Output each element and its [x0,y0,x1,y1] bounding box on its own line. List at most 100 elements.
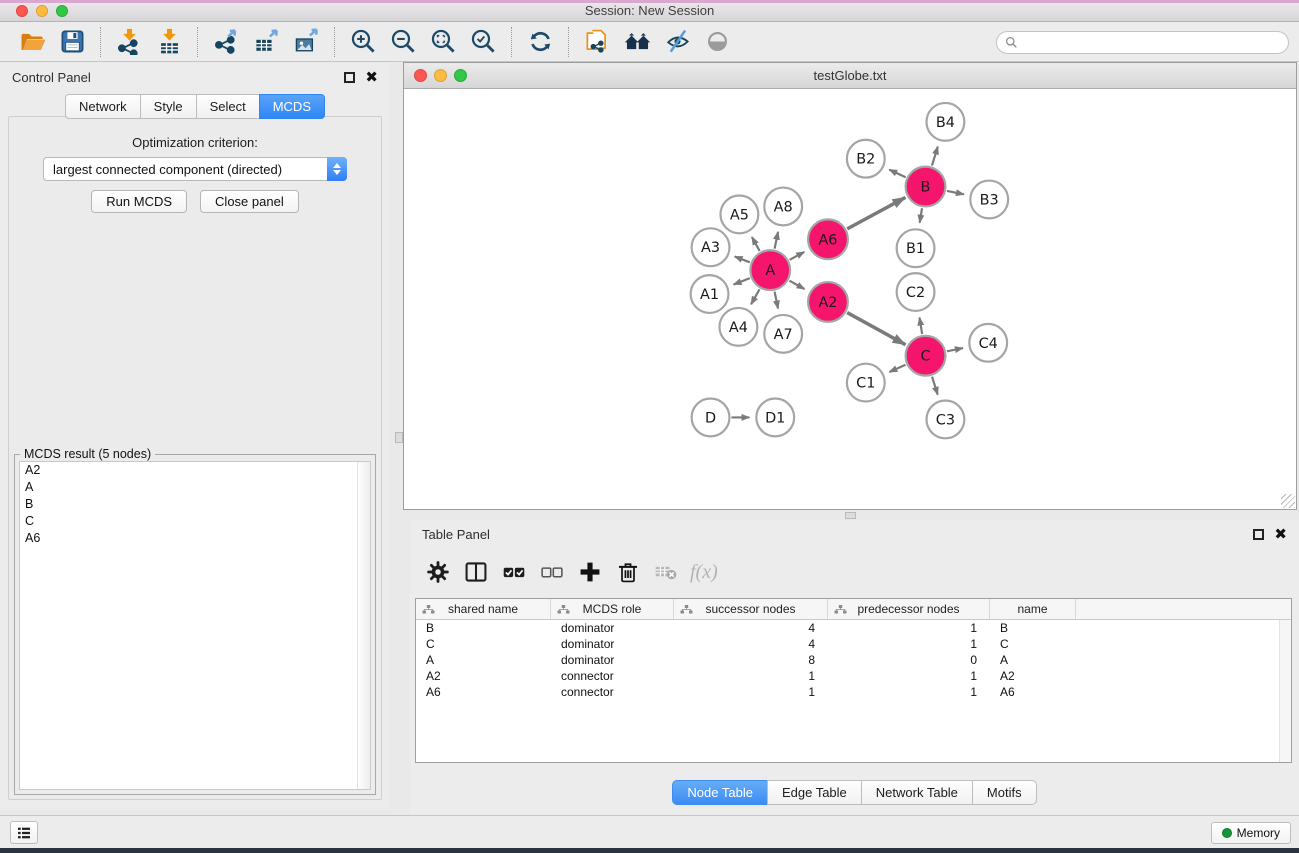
cell-predecessor-nodes[interactable]: 1 [828,636,990,652]
cell-predecessor-nodes[interactable]: 1 [828,668,990,684]
graph-node-B2[interactable]: B2 [847,140,885,178]
zoom-selected-icon[interactable] [466,26,500,58]
vertical-splitter-grip[interactable] [395,432,403,443]
graph-node-A4[interactable]: A4 [719,308,757,346]
function-builder-icon[interactable]: f(x) [690,561,718,584]
column-header-name[interactable]: name [990,599,1076,619]
graph-node-D[interactable]: D [692,399,730,437]
tab-style[interactable]: Style [140,94,196,119]
graph-node-B[interactable]: B [906,167,946,207]
graph-node-A6[interactable]: A6 [808,219,848,259]
open-session-icon[interactable] [15,26,49,58]
network-close-button[interactable] [414,69,427,82]
window-resize-grip[interactable] [1281,494,1295,508]
mcds-result-item[interactable]: A6 [20,530,370,547]
optimization-criterion-select[interactable]: largest connected component (directed) [43,157,347,181]
cell-MCDS-role[interactable]: connector [551,684,674,700]
cell-shared-name[interactable]: A2 [416,668,551,684]
graph-node-A2[interactable]: A2 [808,282,848,322]
deselect-all-checkboxes-icon[interactable] [536,557,568,587]
network-minimize-button[interactable] [434,69,447,82]
tab-motifs[interactable]: Motifs [972,780,1037,805]
close-panel-button[interactable]: Close panel [200,190,299,213]
column-header-predecessor-nodes[interactable]: predecessor nodes [828,599,990,619]
home-icon[interactable] [620,26,654,58]
cell-MCDS-role[interactable]: dominator [551,652,674,668]
graph-node-C1[interactable]: C1 [847,364,885,402]
graph-node-A1[interactable]: A1 [691,275,729,313]
column-header-successor-nodes[interactable]: successor nodes [674,599,828,619]
tab-mcds[interactable]: MCDS [259,94,325,119]
search-field[interactable] [996,31,1289,54]
cell-shared-name[interactable]: A [416,652,551,668]
horizontal-splitter-grip[interactable] [845,512,856,519]
graph-node-A5[interactable]: A5 [720,195,758,233]
destroy-view-icon[interactable] [660,26,694,58]
birdseye-icon[interactable] [700,26,734,58]
mcds-result-item[interactable]: A2 [20,462,370,479]
graph-node-C4[interactable]: C4 [969,324,1007,362]
zoom-in-icon[interactable] [346,26,380,58]
add-column-icon[interactable] [574,557,606,587]
cell-successor-nodes[interactable]: 4 [674,620,828,636]
select-all-checkboxes-icon[interactable] [498,557,530,587]
maximize-window-button[interactable] [56,5,68,17]
delete-column-icon[interactable] [612,557,644,587]
table-row[interactable]: Cdominator41C [416,636,1291,652]
cell-successor-nodes[interactable]: 1 [674,684,828,700]
graph-node-B1[interactable]: B1 [897,229,935,267]
zoom-out-icon[interactable] [386,26,420,58]
close-window-button[interactable] [16,5,28,17]
refresh-icon[interactable] [523,26,557,58]
cell-predecessor-nodes[interactable]: 1 [828,684,990,700]
cell-name[interactable]: C [990,636,1076,652]
graph-node-C[interactable]: C [906,336,946,376]
search-input[interactable] [1023,36,1280,50]
table-row[interactable]: Adominator80A [416,652,1291,668]
zoom-fit-icon[interactable] [426,26,460,58]
split-view-icon[interactable] [460,557,492,587]
graph-node-C2[interactable]: C2 [897,273,935,311]
table-row[interactable]: Bdominator41B [416,620,1291,636]
cell-MCDS-role[interactable]: connector [551,668,674,684]
cell-successor-nodes[interactable]: 1 [674,668,828,684]
memory-button[interactable]: Memory [1211,822,1291,844]
task-history-button[interactable] [10,821,38,844]
tab-edge-table[interactable]: Edge Table [767,780,861,805]
float-table-panel-icon[interactable] [1253,529,1264,540]
save-session-icon[interactable] [55,26,89,58]
tab-network[interactable]: Network [65,94,140,119]
import-network-icon[interactable] [112,26,146,58]
table-scrollbar[interactable] [1279,620,1291,762]
cell-successor-nodes[interactable]: 8 [674,652,828,668]
network-maximize-button[interactable] [454,69,467,82]
export-network-icon[interactable] [209,26,243,58]
result-list-scrollbar[interactable] [357,462,370,789]
mcds-result-item[interactable]: A [20,479,370,496]
cell-successor-nodes[interactable]: 4 [674,636,828,652]
cell-MCDS-role[interactable]: dominator [551,636,674,652]
cell-predecessor-nodes[interactable]: 0 [828,652,990,668]
mcds-result-item[interactable]: B [20,496,370,513]
cell-name[interactable]: A6 [990,684,1076,700]
float-panel-icon[interactable] [344,72,355,83]
export-image-icon[interactable] [289,26,323,58]
graph-node-C3[interactable]: C3 [927,401,965,439]
table-settings-icon[interactable] [422,557,454,587]
cell-MCDS-role[interactable]: dominator [551,620,674,636]
column-header-MCDS-role[interactable]: MCDS role [551,599,674,619]
import-table-icon[interactable] [152,26,186,58]
close-panel-icon[interactable]: ✖ [365,72,378,83]
mcds-result-item[interactable]: C [20,513,370,530]
cell-shared-name[interactable]: C [416,636,551,652]
network-from-file-icon[interactable] [580,26,614,58]
graph-node-A3[interactable]: A3 [692,228,730,266]
graph-node-A7[interactable]: A7 [764,315,802,353]
tab-network-table[interactable]: Network Table [861,780,972,805]
tab-node-table[interactable]: Node Table [672,780,767,805]
tab-select[interactable]: Select [196,94,259,119]
network-canvas[interactable]: B4B2BB3A8A5A6A3B1AC2A1A2A4A7C4CC1C3DD1 [404,90,1296,509]
minimize-window-button[interactable] [36,5,48,17]
graph-node-D1[interactable]: D1 [756,399,794,437]
delete-table-icon[interactable] [650,557,682,587]
